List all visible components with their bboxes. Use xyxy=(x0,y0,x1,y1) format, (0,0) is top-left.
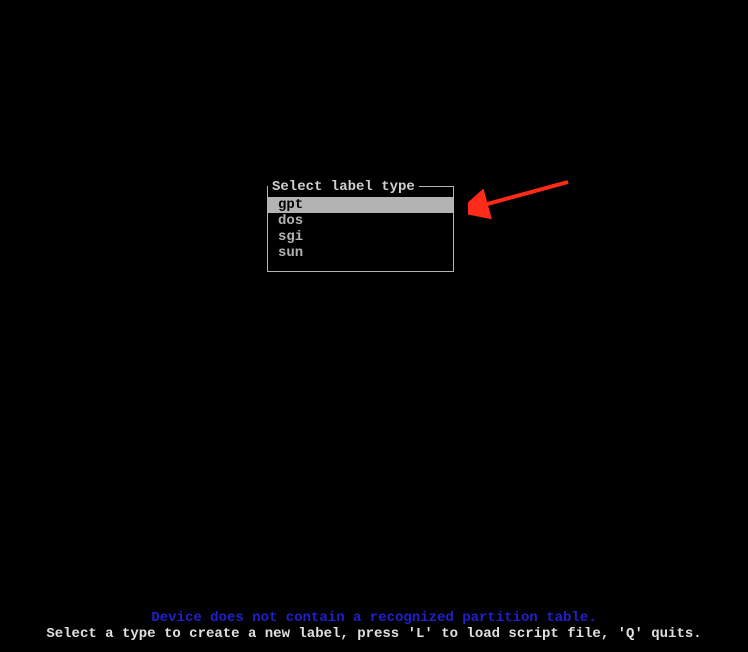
menu-item-sgi[interactable]: sgi xyxy=(268,229,453,245)
dialog-title-row: Select label type xyxy=(268,179,453,195)
status-hint: Select a type to create a new label, pre… xyxy=(0,626,748,642)
dialog-menu: gpt dos sgi sun xyxy=(268,187,453,271)
menu-item-gpt[interactable]: gpt xyxy=(268,197,453,213)
menu-item-sun[interactable]: sun xyxy=(268,245,453,261)
annotation-arrow-icon xyxy=(468,172,578,222)
status-warning: Device does not contain a recognized par… xyxy=(0,610,748,626)
dialog-title: Select label type xyxy=(268,179,419,195)
select-label-type-dialog: Select label type gpt dos sgi sun xyxy=(267,186,454,272)
menu-item-dos[interactable]: dos xyxy=(268,213,453,229)
